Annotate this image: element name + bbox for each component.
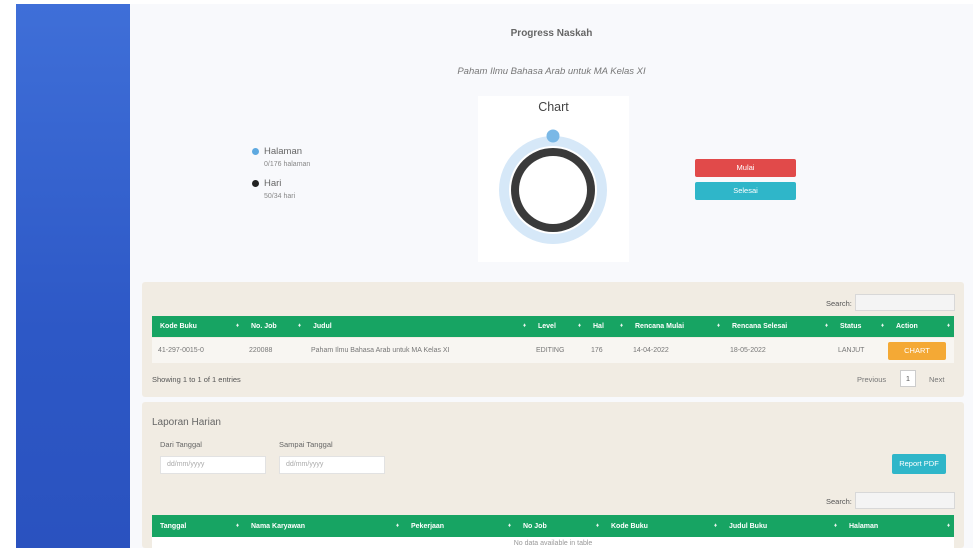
legend-label-halaman: Halaman bbox=[264, 146, 303, 157]
table-header: Kode Buku ♦ No. Job ♦ Judul ♦ Level ♦ Hal ♦ R… bbox=[152, 316, 954, 337]
legend-sub-halaman: 0/176 halaman bbox=[264, 161, 311, 168]
sort-icon: ♦ bbox=[713, 522, 717, 529]
sort-icon: ♦ bbox=[595, 522, 599, 529]
sort-icon: ♦ bbox=[824, 323, 828, 329]
col-judul[interactable]: Judul ♦ bbox=[305, 316, 530, 337]
mulai-button[interactable]: Mulai bbox=[695, 159, 796, 177]
sort-icon: ♦ bbox=[235, 323, 239, 329]
sort-icon: ♦ bbox=[946, 323, 950, 329]
sort-icon: ♦ bbox=[235, 522, 239, 529]
page-title: Progress Naskah bbox=[510, 28, 593, 39]
col-kode-buku[interactable]: Kode Buku ♦ bbox=[603, 516, 721, 537]
legend-label-hari: Hari bbox=[264, 178, 282, 189]
dari-tanggal-input[interactable]: dd/mm/yyyy bbox=[160, 456, 266, 474]
col-halaman[interactable]: Halaman ♦ bbox=[841, 516, 954, 537]
col-kode-buku[interactable]: Kode Buku ♦ bbox=[152, 316, 243, 337]
search-label: Search: bbox=[826, 299, 852, 308]
search-input[interactable] bbox=[855, 294, 955, 311]
col-label: Level bbox=[538, 323, 556, 330]
main-content: Progress Naskah Paham Ilmu Bahasa Arab u… bbox=[130, 4, 973, 548]
col-label: Nama Karyawan bbox=[251, 522, 306, 530]
donut-chart bbox=[499, 129, 607, 244]
chart-card: Chart bbox=[478, 96, 629, 262]
cell-status: LANJUT bbox=[838, 347, 865, 354]
chart-legend: Halaman 0/176 halaman Hari 50/34 hari bbox=[252, 146, 310, 210]
cell-level: EDITING bbox=[536, 347, 565, 354]
donut-hole bbox=[519, 156, 587, 224]
col-level[interactable]: Level ♦ bbox=[530, 316, 585, 337]
col-rencana-mulai[interactable]: Rencana Mulai ♦ bbox=[627, 316, 724, 337]
sort-icon: ♦ bbox=[522, 323, 526, 329]
col-label: Rencana Selesai bbox=[732, 323, 788, 330]
report-pdf-button[interactable]: Report PDF bbox=[892, 454, 946, 474]
col-label: Status bbox=[840, 323, 862, 330]
page-button-1[interactable]: 1 bbox=[900, 370, 916, 387]
empty-table-message: No data available in table bbox=[152, 537, 954, 548]
chart-button[interactable]: CHART bbox=[888, 341, 946, 360]
legend-item-halaman: Halaman bbox=[252, 146, 310, 157]
legend-item-hari: Hari bbox=[252, 178, 310, 189]
col-label: Pekerjaan bbox=[411, 522, 445, 530]
sort-icon: ♦ bbox=[577, 323, 581, 329]
sort-icon: ♦ bbox=[880, 323, 884, 329]
sort-icon: ♦ bbox=[395, 522, 399, 529]
sort-icon: ♦ bbox=[833, 522, 837, 529]
cell-rencana-mulai: 14-04-2022 bbox=[633, 347, 669, 354]
laporan-title: Laporan Harian bbox=[152, 417, 221, 428]
col-rencana-selesai[interactable]: Rencana Selesai ♦ bbox=[724, 316, 832, 337]
sidebar bbox=[16, 4, 130, 548]
laporan-search-input[interactable] bbox=[855, 492, 955, 509]
col-label: Rencana Mulai bbox=[635, 323, 685, 330]
col-hal[interactable]: Hal ♦ bbox=[585, 316, 627, 337]
col-no-job[interactable]: No. Job ♦ bbox=[243, 316, 305, 337]
col-pekerjaan[interactable]: Pekerjaan ♦ bbox=[403, 516, 515, 537]
col-label: Judul bbox=[313, 323, 332, 330]
col-label: Action bbox=[896, 323, 918, 330]
sampai-tanggal-input[interactable]: dd/mm/yyyy bbox=[279, 456, 385, 474]
sort-icon: ♦ bbox=[946, 522, 950, 529]
cell-judul: Paham Ilmu Bahasa Arab untuk MA Kelas XI bbox=[311, 347, 450, 354]
cell-no-job: 220088 bbox=[249, 347, 273, 354]
laporan-table-header: Tanggal ♦ Nama Karyawan ♦ Pekerjaan ♦ No Jo… bbox=[152, 515, 954, 537]
cell-kode-buku: 41-297-0015-0 bbox=[158, 347, 204, 354]
next-link[interactable]: Next bbox=[929, 375, 944, 384]
chart-title: Chart bbox=[538, 100, 569, 114]
col-label: Tanggal bbox=[160, 522, 187, 530]
col-label: Kode Buku bbox=[611, 522, 648, 530]
cell-action: CHART bbox=[888, 341, 954, 360]
col-nama-karyawan[interactable]: Nama Karyawan ♦ bbox=[243, 516, 403, 537]
previous-link[interactable]: Previous bbox=[857, 375, 886, 384]
sampai-tanggal-label: Sampai Tanggal bbox=[279, 440, 333, 449]
laporan-harian-panel: Laporan Harian Dari Tanggal Sampai Tangg… bbox=[142, 402, 964, 548]
sort-icon: ♦ bbox=[507, 522, 511, 529]
dari-tanggal-label: Dari Tanggal bbox=[160, 440, 202, 449]
legend-dot-hari bbox=[252, 180, 259, 187]
col-label: No Job bbox=[523, 522, 547, 530]
progress-table-panel: Search: Kode Buku ♦ No. Job ♦ Judul ♦ Level… bbox=[142, 282, 964, 397]
col-label: Kode Buku bbox=[160, 323, 197, 330]
col-label: Hal bbox=[593, 323, 604, 330]
cell-hal: 176 bbox=[591, 347, 603, 354]
col-tanggal[interactable]: Tanggal ♦ bbox=[152, 516, 243, 537]
col-label: Judul Buku bbox=[729, 522, 768, 530]
donut-progress-marker bbox=[546, 129, 560, 143]
selesai-button[interactable]: Selesai bbox=[695, 182, 796, 200]
table-row: 41-297-0015-0 220088 Paham Ilmu Bahasa A… bbox=[152, 338, 954, 363]
legend-sub-hari: 50/34 hari bbox=[264, 193, 296, 200]
cell-rencana-selesai: 18-05-2022 bbox=[730, 347, 766, 354]
sort-icon: ♦ bbox=[297, 323, 301, 329]
sort-icon: ♦ bbox=[619, 323, 623, 329]
legend-dot-halaman bbox=[252, 148, 259, 155]
col-no-job[interactable]: No Job ♦ bbox=[515, 516, 603, 537]
laporan-search-label: Search: bbox=[826, 497, 852, 506]
col-action[interactable]: Action ♦ bbox=[888, 316, 954, 337]
sort-icon: ♦ bbox=[716, 323, 720, 329]
col-label: Halaman bbox=[849, 522, 879, 530]
col-judul-buku[interactable]: Judul Buku ♦ bbox=[721, 516, 841, 537]
col-status[interactable]: Status ♦ bbox=[832, 316, 888, 337]
book-title: Paham Ilmu Bahasa Arab untuk MA Kelas XI bbox=[457, 66, 646, 77]
col-label: No. Job bbox=[251, 323, 277, 330]
table-info: Showing 1 to 1 of 1 entries bbox=[152, 375, 241, 384]
